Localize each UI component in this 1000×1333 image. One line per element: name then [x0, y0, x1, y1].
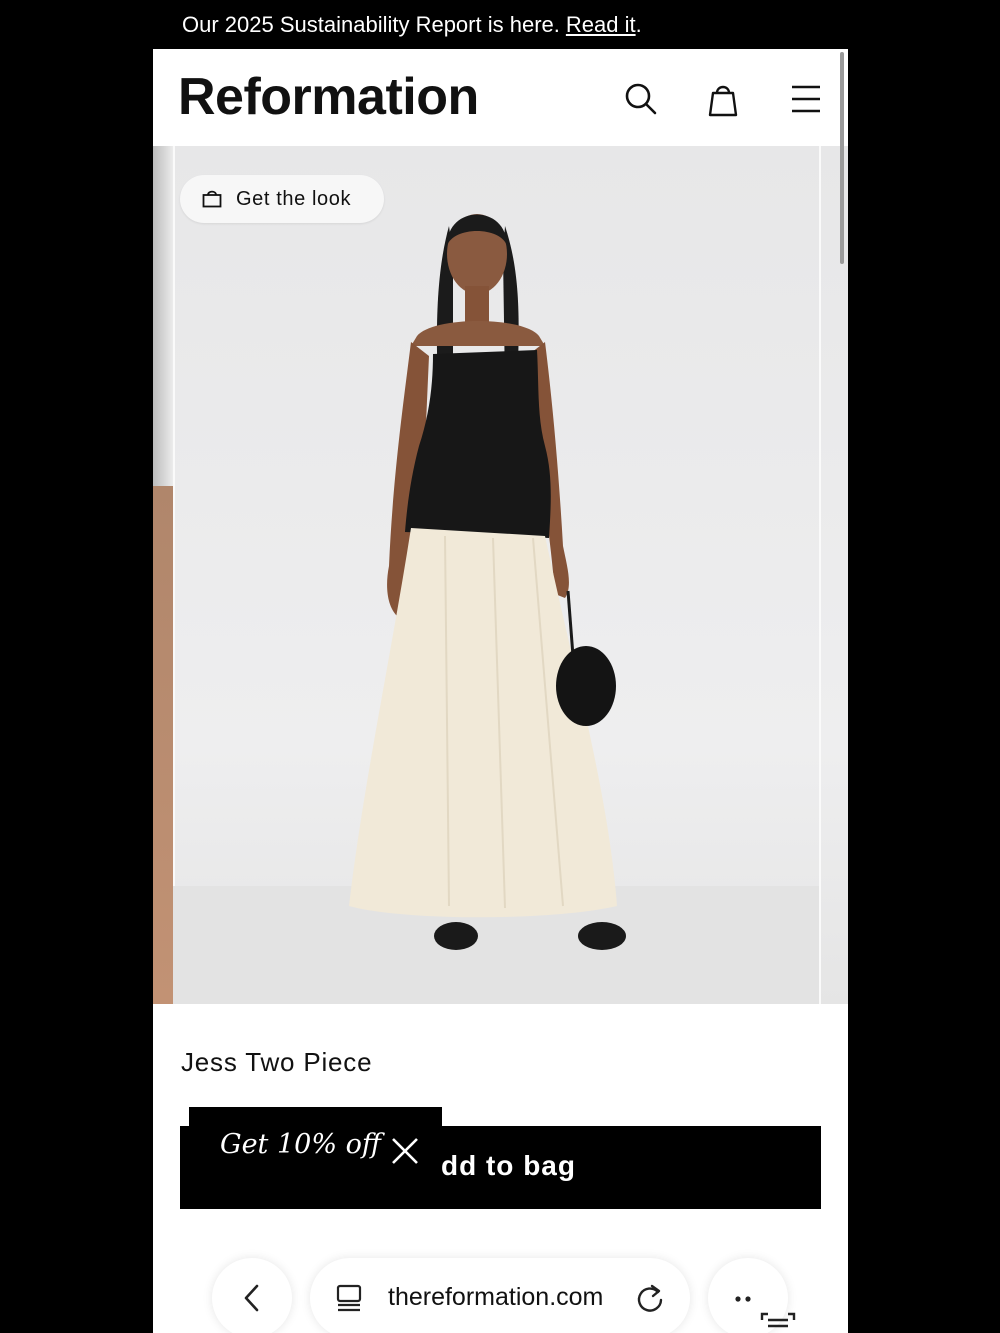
- announcement-banner: Our 2025 Sustainability Report is here. …: [153, 0, 848, 49]
- get-the-look-label: Get the look: [236, 187, 352, 210]
- reload-icon[interactable]: [634, 1282, 666, 1314]
- product-name: Jess Two Piece: [181, 1047, 373, 1077]
- add-to-bag-label: dd to bag: [441, 1150, 576, 1181]
- phone-screen: Our 2025 Sustainability Report is here. …: [153, 0, 848, 1333]
- tabs-icon[interactable]: [334, 1282, 366, 1314]
- close-icon[interactable]: [390, 1136, 420, 1166]
- site-header: Reformation: [153, 49, 848, 146]
- browser-toolbar: thereformation.com: [153, 1250, 848, 1333]
- menu-icon[interactable]: [786, 79, 826, 119]
- banner-text: Our 2025 Sustainability Report is here.: [182, 11, 560, 37]
- search-icon[interactable]: [621, 79, 661, 119]
- address-bar[interactable]: thereformation.com: [310, 1258, 690, 1333]
- promo-text[interactable]: Get 10% off: [220, 1129, 381, 1160]
- reader-mode-icon[interactable]: [758, 1308, 798, 1333]
- model-photo: [173, 214, 819, 1004]
- product-image-carousel[interactable]: Get the look: [153, 146, 848, 1004]
- shopping-bag-icon: [202, 190, 222, 208]
- more-options-button[interactable]: [708, 1258, 796, 1333]
- url-text[interactable]: thereformation.com: [388, 1283, 603, 1312]
- site-logo[interactable]: Reformation: [178, 67, 479, 127]
- page-scrollbar[interactable]: [840, 52, 844, 264]
- get-the-look-button[interactable]: Get the look: [180, 175, 384, 223]
- shopping-bag-icon[interactable]: [703, 79, 743, 119]
- discount-promo-popup[interactable]: Get 10% off: [189, 1107, 442, 1193]
- back-button[interactable]: [212, 1258, 292, 1333]
- banner-read-link[interactable]: Read it: [566, 12, 636, 38]
- chevron-left-icon: [244, 1284, 259, 1312]
- banner-period: .: [635, 11, 642, 37]
